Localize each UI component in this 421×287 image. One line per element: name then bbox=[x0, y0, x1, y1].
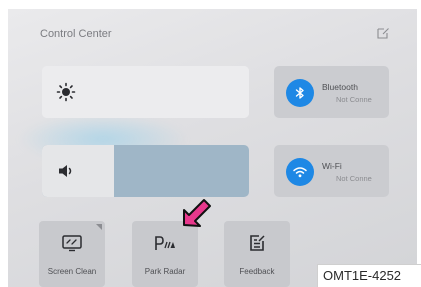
control-center-title: Control Center bbox=[40, 28, 112, 40]
volume-slider-fill bbox=[42, 145, 115, 197]
speaker-icon bbox=[59, 165, 72, 177]
bluetooth-toggle[interactable]: Bluetooth Not Conne bbox=[274, 66, 389, 118]
brightness-slider[interactable] bbox=[42, 66, 249, 118]
figure-code-label: OMT1E-4252 bbox=[317, 264, 421, 287]
feedback-label: Feedback bbox=[239, 267, 275, 276]
wifi-icon bbox=[293, 167, 307, 178]
control-center-screen: Control Center Bluetooth Not Conne Wi-Fi… bbox=[8, 9, 417, 287]
screen-clean-icon bbox=[62, 235, 82, 252]
feedback-icon bbox=[250, 235, 265, 251]
park-radar-label: Park Radar bbox=[144, 267, 186, 276]
screen-clean-label: Screen Clean bbox=[47, 267, 97, 276]
wifi-icon-circle bbox=[286, 158, 314, 186]
tile-corner-indicator bbox=[96, 224, 102, 230]
bluetooth-status: Not Conne bbox=[336, 95, 372, 104]
bluetooth-icon bbox=[295, 87, 304, 99]
edit-icon[interactable] bbox=[376, 26, 390, 40]
park-radar-icon bbox=[155, 236, 175, 250]
pointer-arrow-icon bbox=[183, 199, 211, 227]
brightness-icon bbox=[56, 82, 76, 102]
volume-slider[interactable] bbox=[42, 145, 249, 197]
feedback-button[interactable]: Feedback bbox=[224, 221, 290, 287]
wifi-status: Not Conne bbox=[336, 174, 372, 183]
bluetooth-icon-circle bbox=[286, 79, 314, 107]
screen-clean-button[interactable]: Screen Clean bbox=[39, 221, 105, 287]
wifi-label: Wi-Fi bbox=[322, 161, 342, 171]
wifi-toggle[interactable]: Wi-Fi Not Conne bbox=[274, 145, 389, 197]
bluetooth-label: Bluetooth bbox=[322, 82, 358, 92]
